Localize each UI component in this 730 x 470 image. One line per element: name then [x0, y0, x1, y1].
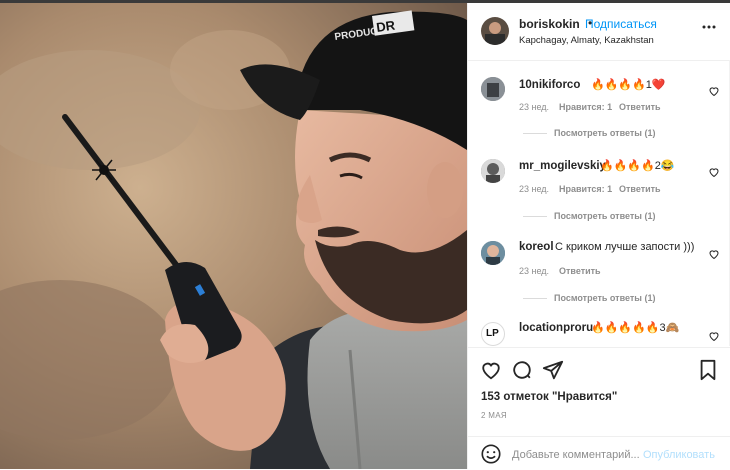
top-edge-strip	[0, 0, 730, 3]
author-avatar[interactable]	[481, 17, 509, 45]
emoji-smiley-icon[interactable]	[480, 443, 502, 470]
reply-button[interactable]: Ответить	[619, 184, 661, 194]
author-username[interactable]: boriskokin	[519, 17, 580, 31]
post-location[interactable]: Kapchagay, Almaty, Kazakhstan	[519, 35, 654, 46]
comment-like-heart-icon[interactable]	[708, 247, 720, 265]
comment-text: 🔥🔥🔥🔥🔥3🙈	[591, 322, 680, 334]
comment-username[interactable]: locationproru	[519, 322, 593, 334]
add-comment-bar: Добавьте комментарий... Опубликовать	[468, 436, 730, 470]
reply-divider	[523, 298, 547, 299]
more-options-icon[interactable]	[701, 19, 717, 40]
comment-like-heart-icon[interactable]	[708, 84, 720, 102]
comment-like-heart-icon[interactable]	[708, 165, 720, 183]
comment-age: 23 нед.	[519, 184, 550, 194]
comment-bubble-icon[interactable]	[511, 359, 533, 386]
post-date: 2 МАЯ	[481, 411, 507, 420]
reply-button[interactable]: Ответить	[559, 266, 601, 276]
like-heart-icon[interactable]	[480, 359, 502, 386]
reply-divider	[523, 216, 547, 217]
comment-username[interactable]: koreol	[519, 241, 554, 253]
reply-divider	[523, 133, 547, 134]
likes-count[interactable]: 153 отметок "Нравится"	[481, 391, 617, 403]
comment-avatar[interactable]	[481, 241, 505, 265]
post-header: boriskokin • Подписаться Kapchagay, Alma…	[468, 0, 730, 61]
comment-avatar[interactable]: LP	[481, 322, 505, 346]
comment-likes[interactable]: Нравится: 1	[559, 102, 612, 112]
cap-logo: DR	[375, 17, 396, 35]
comment-username[interactable]: mr_mogilevskiy	[519, 160, 606, 172]
comment-like-heart-icon[interactable]	[708, 329, 720, 347]
view-replies-button[interactable]: Посмотреть ответы (1)	[554, 211, 655, 221]
follow-button[interactable]: Подписаться	[585, 17, 657, 31]
comment-likes[interactable]: Нравится: 1	[559, 184, 612, 194]
view-replies-button[interactable]: Посмотреть ответы (1)	[554, 293, 655, 303]
comment-text: С криком лучше запости )))	[555, 241, 695, 253]
post-side-panel: boriskokin • Подписаться Kapchagay, Alma…	[467, 0, 730, 469]
comment-age: 23 нед.	[519, 102, 550, 112]
comment-input[interactable]: Добавьте комментарий...	[512, 449, 640, 461]
avatar-logo: LP	[486, 328, 499, 339]
comment-username[interactable]: 10nikiforco	[519, 79, 580, 91]
post-photo[interactable]: PRODUCTION DR	[0, 0, 467, 469]
view-replies-button[interactable]: Посмотреть ответы (1)	[554, 128, 655, 138]
bookmark-icon[interactable]	[698, 359, 718, 386]
reply-button[interactable]: Ответить	[619, 102, 661, 112]
share-paper-plane-icon[interactable]	[542, 359, 564, 386]
comment-avatar[interactable]	[481, 77, 505, 101]
photo-illustration: PRODUCTION DR	[0, 0, 467, 469]
comment-text: 🔥🔥🔥🔥1❤️	[591, 79, 666, 91]
comment-text: 🔥🔥🔥🔥2😂	[600, 160, 675, 172]
comment-avatar[interactable]	[481, 159, 505, 183]
publish-button[interactable]: Опубликовать	[643, 449, 715, 461]
comment-age: 23 нед.	[519, 266, 550, 276]
